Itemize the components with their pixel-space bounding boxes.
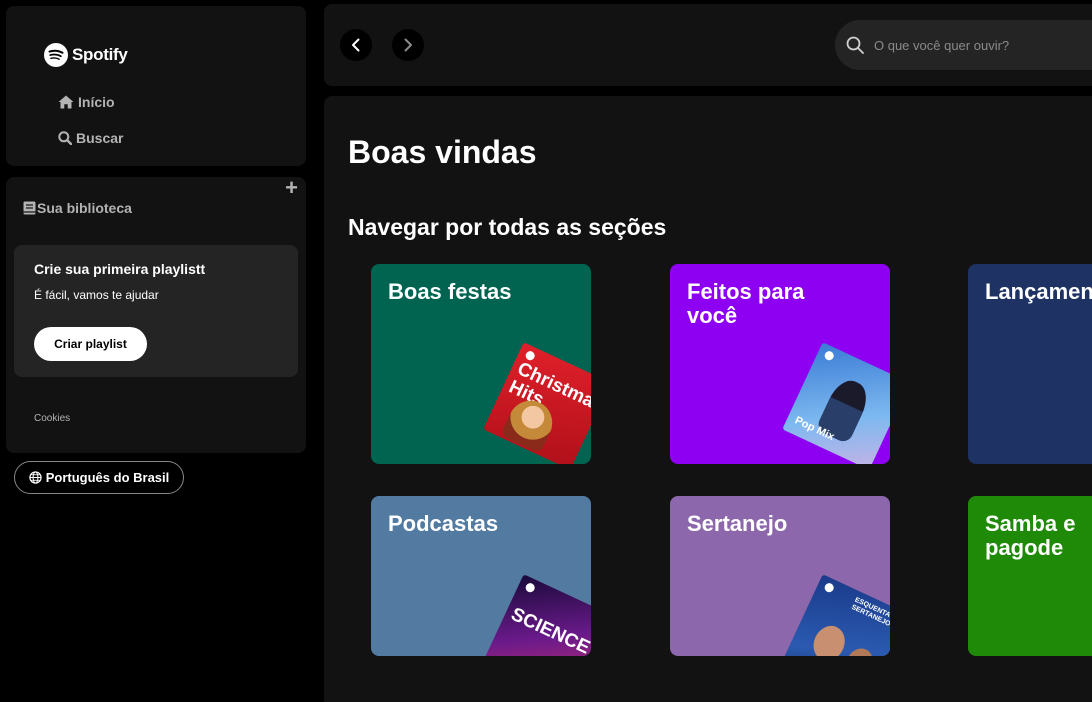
esquenta-sertanejo-cover: ESQUENTA SERTANEJO [782, 574, 890, 656]
search-icon [58, 131, 72, 145]
library-title: Sua biblioteca [37, 200, 132, 216]
library-header[interactable]: Sua biblioteca [23, 200, 132, 216]
card-title: Samba e pagode [985, 511, 1076, 560]
category-card-boas-festas[interactable]: Boas festas Christmas Hits [371, 264, 591, 464]
search-input[interactable] [874, 37, 1092, 53]
sidebar-item-search[interactable]: Buscar [58, 130, 123, 146]
page-title: Boas vindas [348, 134, 537, 170]
home-icon [58, 95, 74, 109]
card-title: Boas festas [388, 279, 512, 304]
promo-title: Crie sua primeira playlistt [34, 261, 206, 277]
category-card-samba-e-pagode[interactable]: Samba e pagode [968, 496, 1092, 656]
cover-label: SCIENCE [507, 603, 591, 656]
chevron-left-icon [352, 38, 360, 52]
sidebar-item-home[interactable]: Início [58, 94, 115, 110]
top-bar [324, 4, 1092, 86]
globe-icon [29, 471, 42, 484]
card-title: Podcastas [388, 511, 499, 536]
section-title: Navegar por todas as seções [348, 214, 667, 240]
category-card-sertanejo[interactable]: Sertanejo ESQUENTA SERTANEJO [670, 496, 890, 656]
pop-mix-cover: Pop Mix [782, 342, 890, 464]
science-podcast-cover: SCIENCE [483, 574, 591, 656]
spotify-logo[interactable]: Spotify [44, 43, 128, 67]
create-playlist-button[interactable]: Criar playlist [34, 327, 147, 361]
forward-button[interactable] [392, 29, 424, 61]
search-bar[interactable] [835, 20, 1092, 70]
library-panel: + Sua biblioteca Crie sua primeira playl… [6, 177, 306, 453]
card-title: Feitos para você [687, 279, 805, 328]
create-playlist-promo: Crie sua primeira playlistt É fácil, vam… [14, 245, 298, 377]
library-icon [23, 201, 36, 215]
sidebar-item-label: Início [78, 94, 115, 110]
logo-wordmark: Spotify [72, 45, 128, 64]
card-title: Sertanejo [687, 511, 788, 536]
spotify-icon [44, 43, 68, 67]
promo-subtitle: É fácil, vamos te ajudar [34, 288, 159, 302]
category-card-feitos-para-voce[interactable]: Feitos para você Pop Mix [670, 264, 890, 464]
sidebar-item-label: Buscar [76, 130, 124, 146]
language-button[interactable]: Português do Brasil [14, 461, 184, 494]
category-card-podcastas[interactable]: Podcastas SCIENCE [371, 496, 591, 656]
category-card-lancamentos[interactable]: Lançamentos [968, 264, 1092, 464]
christmas-hits-cover: Christmas Hits [483, 342, 591, 464]
cover-label: ESQUENTA SERTANEJO [850, 596, 890, 629]
search-icon [846, 36, 864, 54]
cookies-link[interactable]: Cookies [34, 413, 70, 424]
back-button[interactable] [340, 29, 372, 61]
sidebar-nav-panel: Spotify Início Buscar [6, 6, 306, 166]
language-label: Português do Brasil [45, 470, 170, 485]
chevron-right-icon [404, 38, 412, 52]
add-icon[interactable]: + [285, 177, 298, 199]
card-title: Lançamentos [985, 279, 1092, 304]
main-content: Boas vindas Navegar por todas as seções … [324, 96, 1092, 702]
